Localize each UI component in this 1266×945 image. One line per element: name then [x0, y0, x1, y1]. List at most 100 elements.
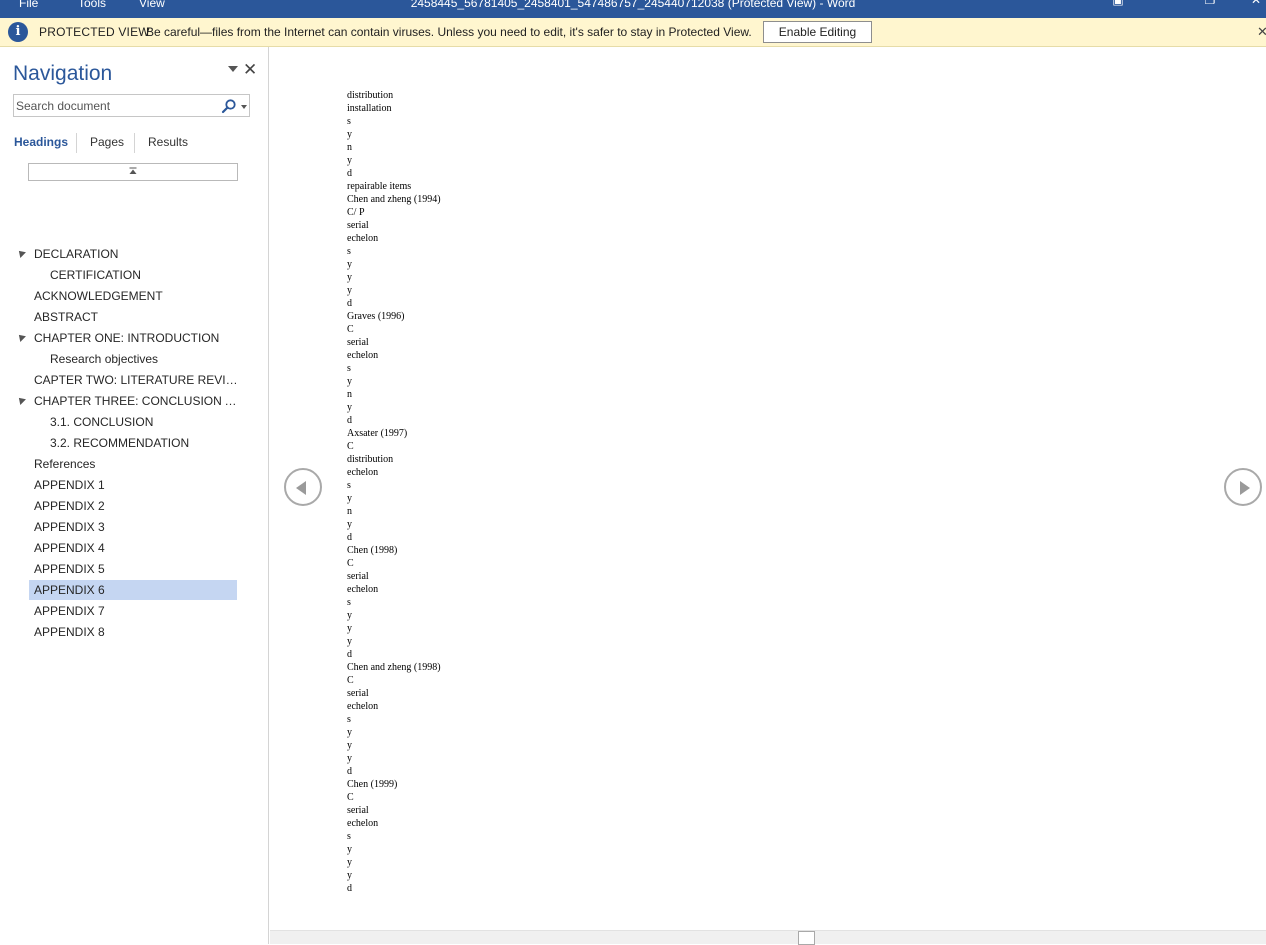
- heading-label: Research objectives: [50, 352, 159, 366]
- document-line: echelon: [347, 818, 379, 829]
- heading-item[interactable]: ABSTRACT: [0, 307, 269, 328]
- window-title: 2458445_56781405_2458401_547486757_24544…: [410, 0, 856, 10]
- enable-editing-button[interactable]: Enable Editing: [763, 21, 872, 43]
- document-line: echelon: [347, 350, 379, 361]
- tab-separator: [76, 133, 77, 153]
- heading-label: APPENDIX 4: [34, 541, 105, 555]
- document-line: d: [347, 168, 352, 179]
- expand-collapse-icon[interactable]: [16, 332, 26, 342]
- title-bar: File Tools View 2458445_56781405_2458401…: [0, 0, 1266, 18]
- document-line: s: [347, 597, 351, 608]
- document-line: C/ P: [347, 207, 365, 218]
- heading-label: ABSTRACT: [34, 310, 99, 324]
- document-line: C: [347, 324, 354, 335]
- document-line: Chen and zheng (1994): [347, 194, 441, 205]
- document-line: y: [347, 844, 352, 855]
- document-line: y: [347, 155, 352, 166]
- document-line: C: [347, 792, 354, 803]
- document-line: n: [347, 506, 352, 517]
- document-line: y: [347, 740, 352, 751]
- document-line: y: [347, 519, 352, 530]
- pane-close-icon[interactable]: ✕: [243, 60, 257, 80]
- heading-label: APPENDIX 1: [34, 478, 105, 492]
- previous-page-arrow-icon[interactable]: [284, 468, 322, 506]
- heading-label: CAPTER TWO: LITERATURE REVIEW: [34, 373, 239, 387]
- tab-pages[interactable]: Pages: [90, 135, 124, 149]
- document-line: y: [347, 753, 352, 764]
- document-line: y: [347, 285, 352, 296]
- heading-item[interactable]: APPENDIX 2: [0, 496, 269, 517]
- document-line: serial: [347, 805, 369, 816]
- document-line: d: [347, 415, 352, 426]
- heading-item[interactable]: 3.2. RECOMMENDATION: [0, 433, 269, 454]
- pane-options-dropdown-icon[interactable]: [228, 66, 238, 72]
- heading-label: APPENDIX 2: [34, 499, 105, 513]
- heading-label: APPENDIX 5: [34, 562, 105, 576]
- next-page-arrow-icon[interactable]: [1224, 468, 1262, 506]
- expand-collapse-icon[interactable]: [16, 248, 26, 258]
- heading-label: APPENDIX 6: [34, 583, 105, 597]
- heading-label: 3.2. RECOMMENDATION: [50, 436, 190, 450]
- document-line: y: [347, 623, 352, 634]
- document-line: n: [347, 142, 352, 153]
- heading-item[interactable]: CHAPTER THREE: CONCLUSION AN...: [0, 391, 269, 412]
- navigation-tabs: Headings Pages Results: [0, 133, 269, 155]
- search-input[interactable]: [16, 96, 212, 115]
- scroll-up-button[interactable]: [28, 163, 238, 181]
- heading-item[interactable]: 3.1. CONCLUSION: [0, 412, 269, 433]
- document-line: repairable items: [347, 181, 412, 192]
- document-line: y: [347, 259, 352, 270]
- tab-separator: [134, 133, 135, 153]
- heading-item[interactable]: ACKNOWLEDGEMENT: [0, 286, 269, 307]
- scrollbar-thumb[interactable]: [798, 931, 815, 945]
- document-line: Axsater (1997): [347, 428, 408, 439]
- document-text: distribution installation s y n y d repairable …: [347, 89, 441, 895]
- navigation-pane: Navigation ✕ Headings Pages Results DECL…: [0, 47, 269, 944]
- heading-item[interactable]: APPENDIX 4: [0, 538, 269, 559]
- info-shield-icon: i: [8, 22, 28, 42]
- document-line: y: [347, 493, 352, 504]
- heading-item[interactable]: References: [0, 454, 269, 475]
- tab-results[interactable]: Results: [148, 135, 188, 149]
- restore-ribbon-icon[interactable]: ▣: [1111, 0, 1125, 6]
- document-line: echelon: [347, 584, 379, 595]
- headings-list: DECLARATION CERTIFICATION ACKNOWLEDGEMENT A…: [0, 244, 269, 643]
- document-line: y: [347, 129, 352, 140]
- heading-item[interactable]: CHAPTER ONE: INTRODUCTION: [0, 328, 269, 349]
- document-line: s: [347, 116, 351, 127]
- heading-item[interactable]: APPENDIX 7: [0, 601, 269, 622]
- heading-label: 3.1. CONCLUSION: [50, 415, 154, 429]
- document-line: d: [347, 766, 352, 777]
- heading-item[interactable]: APPENDIX 8: [0, 622, 269, 643]
- tab-headings[interactable]: Headings: [14, 135, 68, 149]
- heading-label: APPENDIX 3: [34, 520, 105, 534]
- horizontal-scrollbar[interactable]: [270, 930, 1266, 945]
- document-line: C: [347, 558, 354, 569]
- heading-label: APPENDIX 7: [34, 604, 105, 618]
- heading-item[interactable]: CAPTER TWO: LITERATURE REVIEW: [0, 370, 269, 391]
- heading-item[interactable]: APPENDIX 1: [0, 475, 269, 496]
- document-page: distribution installation s y n y d repairable …: [270, 47, 1266, 930]
- expand-collapse-icon[interactable]: [16, 395, 26, 405]
- protected-view-message: Be careful—files from the Internet can c…: [146, 25, 752, 39]
- navigation-title: Navigation: [13, 62, 113, 85]
- heading-item[interactable]: APPENDIX 6: [0, 580, 269, 601]
- window-close-icon[interactable]: ✕: [1249, 0, 1263, 6]
- heading-label: APPENDIX 8: [34, 625, 105, 639]
- heading-item[interactable]: DECLARATION: [0, 244, 269, 265]
- heading-item[interactable]: Research objectives: [0, 349, 269, 370]
- heading-item[interactable]: CERTIFICATION: [0, 265, 269, 286]
- search-icon[interactable]: [221, 98, 237, 114]
- document-line: y: [347, 857, 352, 868]
- heading-item[interactable]: APPENDIX 5: [0, 559, 269, 580]
- document-line: s: [347, 480, 351, 491]
- protected-view-bar: i PROTECTED VIEW Be careful—files from t…: [0, 18, 1266, 47]
- heading-label: CERTIFICATION: [50, 268, 141, 282]
- document-line: y: [347, 636, 352, 647]
- document-line: y: [347, 610, 352, 621]
- document-line: serial: [347, 688, 369, 699]
- search-options-chevron-down-icon[interactable]: [241, 105, 247, 109]
- close-icon[interactable]: ✕: [1257, 24, 1266, 40]
- restore-window-icon[interactable]: ❐: [1203, 0, 1217, 6]
- heading-item[interactable]: APPENDIX 3: [0, 517, 269, 538]
